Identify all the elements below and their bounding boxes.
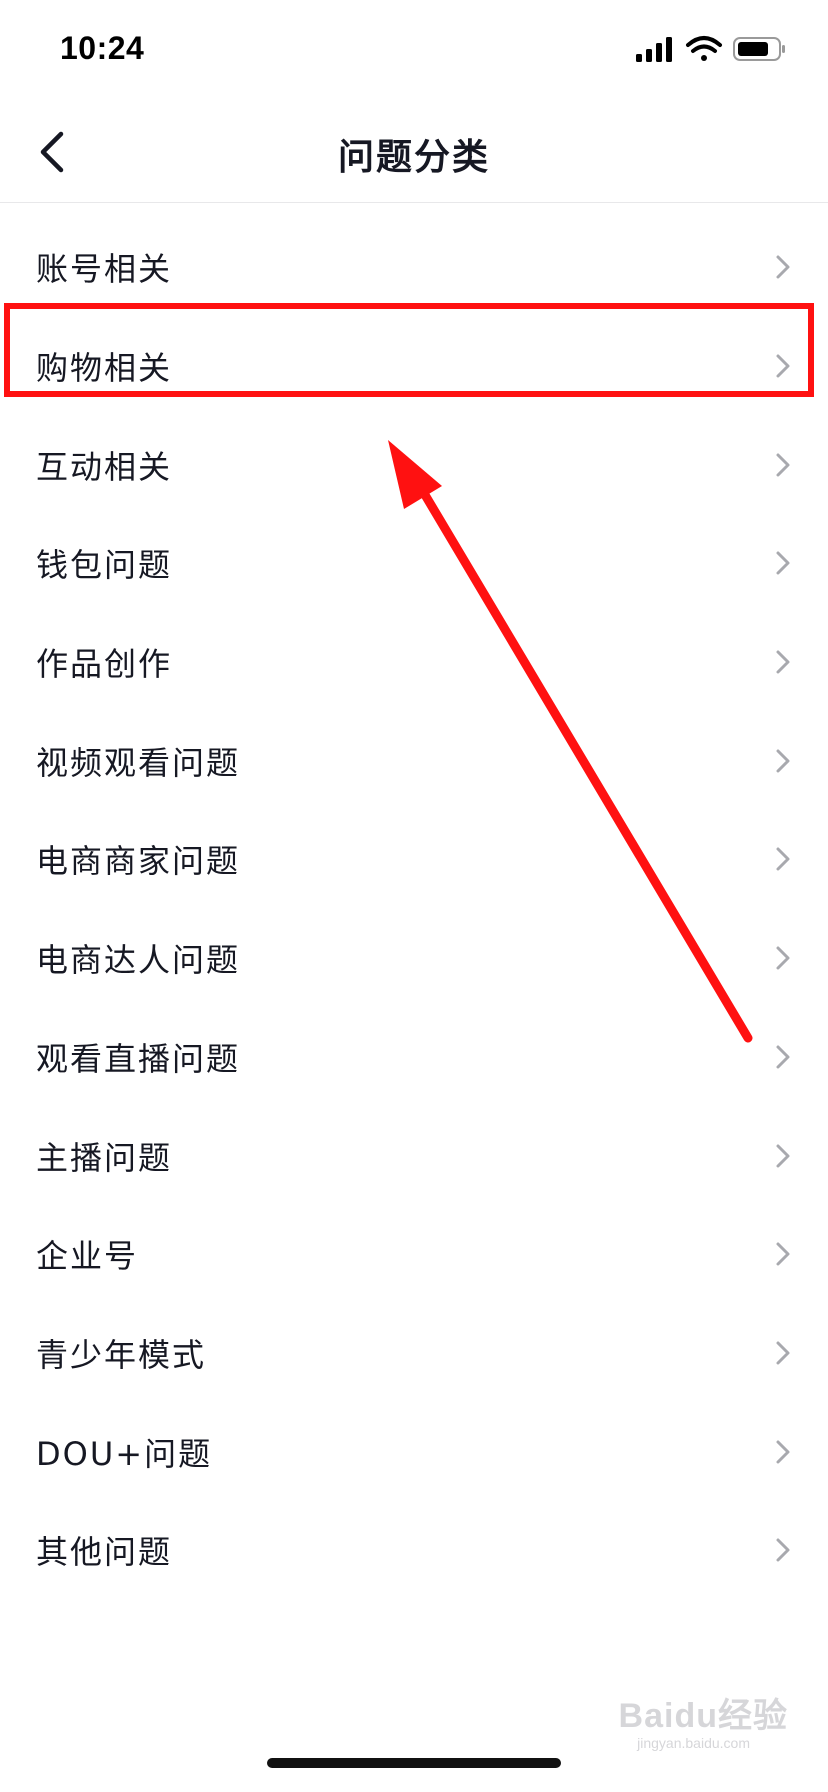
chevron-right-icon <box>776 1341 790 1365</box>
chevron-right-icon <box>776 1144 790 1168</box>
chevron-right-icon <box>776 453 790 477</box>
wifi-icon <box>686 36 722 61</box>
category-item-wallet[interactable]: 钱包问题 <box>0 514 828 613</box>
category-item-video-watching[interactable]: 视频观看问题 <box>0 711 828 810</box>
status-icons <box>636 36 785 62</box>
chevron-right-icon <box>776 1538 790 1562</box>
category-label: 互动相关 <box>36 447 173 486</box>
category-label: 账号相关 <box>36 250 173 289</box>
category-label: 青少年模式 <box>36 1335 207 1374</box>
category-label: 电商商家问题 <box>36 842 241 881</box>
chevron-right-icon <box>776 1440 790 1464</box>
chevron-right-icon <box>776 650 790 674</box>
category-label: DOU+问题 <box>36 1434 213 1473</box>
status-bar: 10:24 <box>0 0 828 100</box>
nav-bar: 问题分类 <box>0 100 828 203</box>
category-label: 主播问题 <box>36 1138 173 1177</box>
category-item-shopping[interactable]: 购物相关 <box>0 317 828 416</box>
category-label: 企业号 <box>36 1237 139 1276</box>
category-item-ecommerce-influencer[interactable]: 电商达人问题 <box>0 909 828 1008</box>
page-title: 问题分类 <box>337 137 490 178</box>
chevron-right-icon <box>776 946 790 970</box>
chevron-right-icon <box>776 749 790 773</box>
category-label: 作品创作 <box>36 645 173 684</box>
category-label: 其他问题 <box>36 1533 173 1572</box>
category-label: 电商达人问题 <box>36 941 241 980</box>
category-item-ecommerce-merchant[interactable]: 电商商家问题 <box>0 810 828 909</box>
category-item-teen-mode[interactable]: 青少年模式 <box>0 1304 828 1403</box>
category-item-live-watching[interactable]: 观看直播问题 <box>0 1008 828 1107</box>
chevron-right-icon <box>776 551 790 575</box>
chevron-right-icon <box>776 354 790 378</box>
chevron-right-icon <box>776 847 790 871</box>
category-item-account[interactable]: 账号相关 <box>0 218 828 317</box>
cellular-signal-icon <box>636 37 672 62</box>
status-time: 10:24 <box>60 30 145 66</box>
category-label: 购物相关 <box>36 349 173 388</box>
watermark: Baidu经验 <box>618 1697 788 1735</box>
battery-icon <box>733 37 785 61</box>
category-item-other[interactable]: 其他问题 <box>0 1501 828 1600</box>
category-list: 账号相关 购物相关 互动相关 钱包问题 作品创作 视频观看问题 电商商家问题 电… <box>0 218 828 1600</box>
chevron-right-icon <box>776 255 790 279</box>
home-indicator[interactable] <box>267 1758 561 1768</box>
watermark-url: jingyan.baidu.com <box>637 1735 750 1751</box>
category-label: 观看直播问题 <box>36 1039 241 1078</box>
category-item-interaction[interactable]: 互动相关 <box>0 415 828 514</box>
category-item-dou-plus[interactable]: DOU+问题 <box>0 1402 828 1501</box>
category-label: 视频观看问题 <box>36 743 241 782</box>
chevron-right-icon <box>776 1045 790 1069</box>
category-item-streamer[interactable]: 主播问题 <box>0 1106 828 1205</box>
category-item-enterprise[interactable]: 企业号 <box>0 1205 828 1304</box>
chevron-right-icon <box>776 1242 790 1266</box>
category-label: 钱包问题 <box>36 546 173 585</box>
category-item-creation[interactable]: 作品创作 <box>0 613 828 712</box>
